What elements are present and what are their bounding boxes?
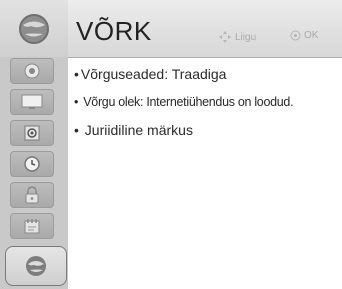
ok-hint: OK: [290, 30, 318, 41]
list-item-legal-notice[interactable]: • Juriidiline märkus: [74, 122, 193, 138]
sidebar-item-screen[interactable]: [10, 89, 54, 115]
ok-button-icon: [290, 30, 301, 41]
screen-icon: [21, 94, 43, 109]
sidebar-item-audio[interactable]: [10, 120, 54, 146]
network-settings-list: • Võrguseaded: Traadiga • Võrgu olek: Int…: [68, 58, 342, 289]
category-sidebar: [0, 0, 68, 289]
sidebar-item-lock[interactable]: [10, 182, 54, 208]
logo: [0, 0, 68, 57]
sidebar-item-time[interactable]: [10, 151, 54, 177]
list-item-label: Võrgu olek: Internetiühendus on loodud.: [83, 95, 294, 109]
list-item-network-status[interactable]: • Võrgu olek: Internetiühendus on loodud…: [74, 95, 294, 109]
header-bar: VÕRK Liigu OK: [68, 0, 342, 58]
ok-hint-label: OK: [304, 30, 319, 41]
sidebar-item-picture[interactable]: [10, 58, 54, 84]
lock-icon: [25, 186, 39, 204]
bullet: •: [74, 122, 83, 138]
bullet: •: [74, 66, 79, 82]
picture-icon: [24, 63, 40, 79]
move-hint: Liigu: [218, 30, 256, 44]
move-hint-label: Liigu: [235, 31, 257, 43]
network-menu-screen: VÕRK Liigu OK • Võrguseaded: Traadiga • V…: [0, 0, 342, 289]
list-item-label: Juriidiline märkus: [84, 122, 193, 138]
bullet: •: [74, 95, 82, 109]
globe-logo-icon: [19, 13, 49, 44]
list-item-network-setting[interactable]: • Võrguseaded: Traadiga: [74, 66, 226, 82]
option-icon: [24, 219, 40, 234]
list-item-label: Võrguseaded: Traadiga: [80, 66, 227, 82]
clock-icon: [24, 156, 40, 172]
directional-pad-icon: [219, 31, 231, 43]
sidebar-item-network[interactable]: [5, 246, 67, 286]
sidebar-item-option[interactable]: [10, 213, 54, 239]
speaker-icon: [24, 125, 40, 141]
network-icon: [26, 256, 46, 276]
page-title: VÕRK: [76, 16, 152, 46]
